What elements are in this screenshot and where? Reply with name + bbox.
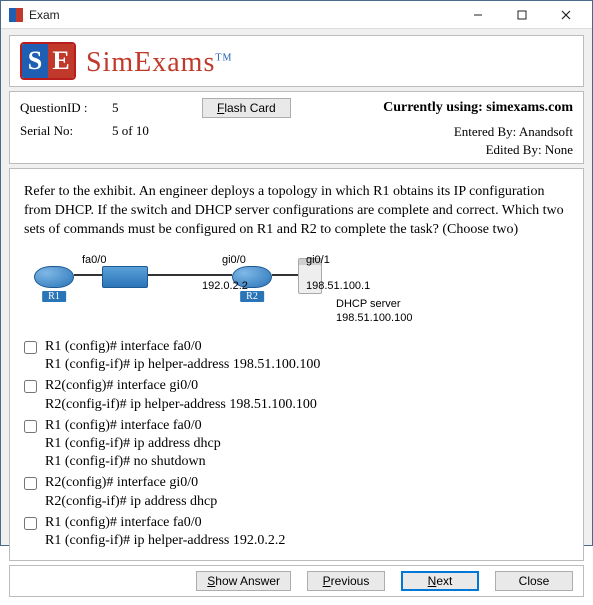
maximize-button[interactable] xyxy=(500,1,544,28)
answer-text-5: R1 (config)# interface fa0/0R1 (config-i… xyxy=(45,514,285,550)
router-r2-label: R2 xyxy=(240,291,264,302)
topology-diagram: R1 R2 fa0/0 gi0/0 192.0.2.2 gi0/1 198.51… xyxy=(34,252,569,326)
flash-card-button[interactable]: Flash Card xyxy=(202,98,291,118)
app-window: Exam S E SimExamsTM QuestionID : 5 Flash… xyxy=(0,0,593,546)
window-buttons xyxy=(456,1,588,28)
answer-checkbox-1[interactable] xyxy=(24,341,37,354)
logo-mark: S E xyxy=(20,42,76,80)
answer-text-1: R1 (config)# interface fa0/0R1 (config-i… xyxy=(45,338,320,374)
info-right: Entered By: Anandsoft Edited By: None xyxy=(454,123,573,159)
previous-button[interactable]: Previous xyxy=(307,571,385,591)
answer-checkbox-4[interactable] xyxy=(24,477,37,490)
answer-option[interactable]: R1 (config)# interface fa0/0R1 (config-i… xyxy=(24,338,569,374)
app-icon xyxy=(9,8,23,22)
answer-option[interactable]: R1 (config)# interface fa0/0R1 (config-i… xyxy=(24,417,569,472)
answer-option[interactable]: R2(config)# interface gi0/0R2(config-if)… xyxy=(24,474,569,510)
router-r1-icon xyxy=(34,266,74,288)
content-area: S E SimExamsTM QuestionID : 5 Flash Card… xyxy=(1,29,592,605)
switch-icon xyxy=(102,266,148,288)
ip-2: 198.51.100.1 xyxy=(306,280,370,292)
window-title: Exam xyxy=(29,8,456,22)
logo-s: S xyxy=(22,44,48,78)
show-answer-button[interactable]: Show Answer xyxy=(196,571,291,591)
server-label: DHCP server xyxy=(336,298,401,310)
titlebar: Exam xyxy=(1,1,592,29)
server-ip: 198.51.100.100 xyxy=(336,312,412,324)
question-id-value: 5 xyxy=(112,100,202,116)
close-window-button[interactable] xyxy=(544,1,588,28)
if-fa00: fa0/0 xyxy=(82,254,106,266)
next-button[interactable]: Next xyxy=(401,571,479,591)
logo-e: E xyxy=(48,44,74,78)
button-panel: Show Answer Previous Next Close xyxy=(9,565,584,597)
answer-text-2: R2(config)# interface gi0/0R2(config-if)… xyxy=(45,377,317,413)
edited-by: Edited By: None xyxy=(454,141,573,159)
entered-by: Entered By: Anandsoft xyxy=(454,123,573,141)
answer-checkbox-5[interactable] xyxy=(24,517,37,530)
close-button[interactable]: Close xyxy=(495,571,573,591)
ip-1: 192.0.2.2 xyxy=(202,280,248,292)
minimize-button[interactable] xyxy=(456,1,500,28)
logo-text: SimExamsTM xyxy=(86,47,232,79)
answer-option[interactable]: R2(config)# interface gi0/0R2(config-if)… xyxy=(24,377,569,413)
if-gi00: gi0/0 xyxy=(222,254,246,266)
logo-panel: S E SimExamsTM xyxy=(9,35,584,87)
currently-using-label: Currently using: simexams.com xyxy=(383,100,573,116)
info-panel: QuestionID : 5 Flash Card Currently usin… xyxy=(9,91,584,164)
answer-option[interactable]: R1 (config)# interface fa0/0R1 (config-i… xyxy=(24,514,569,550)
answer-checkbox-3[interactable] xyxy=(24,420,37,433)
question-panel: Refer to the exhibit. An engineer deploy… xyxy=(9,168,584,561)
answers-list: R1 (config)# interface fa0/0R1 (config-i… xyxy=(24,338,569,550)
answer-text-3: R1 (config)# interface fa0/0R1 (config-i… xyxy=(45,417,221,472)
serial-no-value: 5 of 10 xyxy=(112,123,202,139)
question-text: Refer to the exhibit. An engineer deploy… xyxy=(24,183,569,240)
answer-checkbox-2[interactable] xyxy=(24,380,37,393)
if-gi01: gi0/1 xyxy=(306,254,330,266)
serial-no-label: Serial No: xyxy=(20,123,112,139)
router-r1-label: R1 xyxy=(42,291,66,302)
question-id-label: QuestionID : xyxy=(20,100,112,116)
answer-text-4: R2(config)# interface gi0/0R2(config-if)… xyxy=(45,474,217,510)
